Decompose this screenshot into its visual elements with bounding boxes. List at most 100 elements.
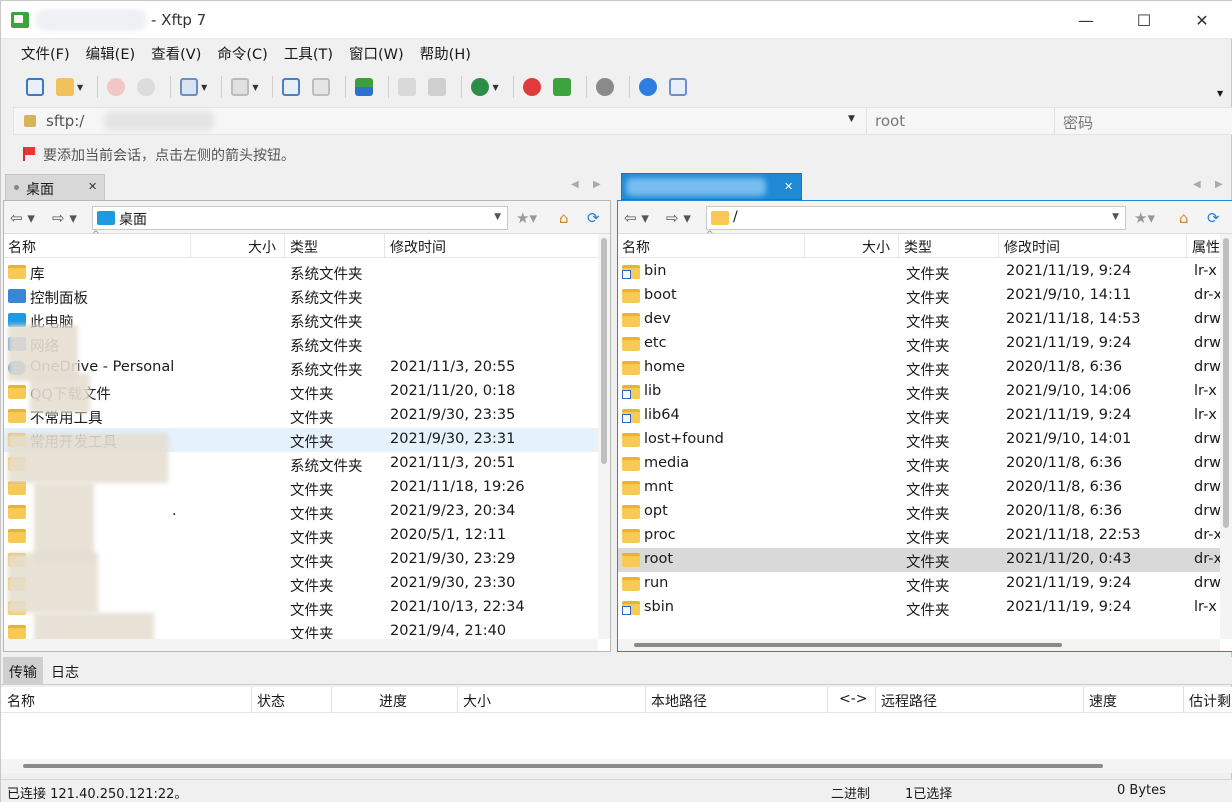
path-dropdown-icon[interactable]: ▼ [1112, 212, 1119, 222]
table-row[interactable]: dev 文件夹 2021/11/18, 14:53 drw [618, 308, 1220, 332]
upload-icon[interactable] [279, 75, 303, 99]
transfer-horizontal-scrollbar[interactable] [1, 759, 1232, 773]
table-row[interactable]: root 文件夹 2021/11/20, 0:43 dr-x [618, 548, 1220, 572]
col-transfer-name[interactable]: 名称 [7, 691, 35, 711]
col-size[interactable]: 大小 [862, 237, 890, 257]
username-field[interactable]: root [866, 108, 1054, 134]
menu-file[interactable]: 文件(F) [13, 40, 78, 70]
table-row[interactable]: lib 文件夹 2021/9/10, 14:06 lr-x [618, 380, 1220, 404]
encoding-dropdown-icon[interactable]: ▼ [492, 83, 498, 92]
col-type[interactable]: 类型 [904, 237, 932, 257]
forward-arrow-icon[interactable]: ⇨ ▾ [52, 209, 77, 227]
col-divider[interactable] [284, 234, 285, 258]
col-remote-path[interactable]: 远程路径 [881, 691, 937, 711]
col-modified[interactable]: 修改时间 [1004, 237, 1060, 257]
close-tab-button[interactable]: ✕ [784, 180, 793, 193]
col-local-path[interactable]: 本地路径 [651, 691, 707, 711]
remote-horizontal-scrollbar[interactable] [618, 639, 1220, 651]
table-row[interactable]: opt 文件夹 2020/11/8, 6:36 drw [618, 500, 1220, 524]
settings-gear-icon[interactable] [593, 75, 617, 99]
transfer-mode[interactable]: 二进制 [831, 783, 870, 802]
col-name[interactable]: 名称 [8, 237, 36, 257]
menu-command[interactable]: 命令(C) [209, 40, 275, 70]
table-row[interactable]: run 文件夹 2021/11/19, 9:24 drw [618, 572, 1220, 596]
download-icon[interactable] [309, 75, 333, 99]
tab-log[interactable]: 日志 [45, 657, 85, 685]
refresh-icon[interactable]: ⟳ [1207, 209, 1220, 227]
col-divider[interactable] [645, 687, 646, 713]
tab-scroll-right-icon[interactable]: ▶ [593, 179, 601, 190]
table-row[interactable]: OneDrive - Personal 系统文件夹 2021/11/3, 20:55 [4, 356, 598, 380]
bookmark-flag-icon[interactable] [23, 147, 35, 161]
col-divider[interactable] [1186, 234, 1187, 258]
password-field[interactable]: 密码 [1054, 108, 1232, 134]
table-row[interactable]: QQ下载文件文件夹2021/11/20, 0:18 [4, 380, 598, 404]
col-size[interactable]: 大小 [248, 237, 276, 257]
table-row[interactable]: media 文件夹 2020/11/8, 6:36 drw [618, 452, 1220, 476]
menu-view[interactable]: 查看(V) [143, 40, 209, 70]
col-divider[interactable] [875, 687, 876, 713]
table-row[interactable]: 网络系统文件夹 [4, 332, 598, 356]
terminal-dropdown-icon[interactable]: ▼ [252, 83, 258, 92]
local-horizontal-scrollbar[interactable] [4, 639, 598, 651]
xshell-icon[interactable] [520, 75, 544, 99]
tab-scroll-left-icon[interactable]: ◀ [571, 179, 579, 190]
table-row[interactable]: lost+found 文件夹 2021/9/10, 14:01 drw [618, 428, 1220, 452]
tab-transfer[interactable]: 传输 [3, 657, 43, 685]
col-eta[interactable]: 估计剩 [1189, 691, 1231, 711]
col-transfer-progress[interactable]: 进度 [379, 691, 407, 711]
properties-dropdown-icon[interactable]: ▼ [201, 83, 207, 92]
local-vertical-scrollbar[interactable] [598, 234, 610, 639]
col-attributes[interactable]: 属性 [1192, 237, 1220, 257]
col-divider[interactable] [898, 234, 899, 258]
table-row[interactable]: 不常用工具 文件夹 2021/9/30, 23:35 [4, 404, 598, 428]
col-name[interactable]: 名称 [622, 237, 650, 257]
properties-icon[interactable] [177, 75, 201, 99]
paste-icon[interactable] [425, 75, 449, 99]
open-dropdown-icon[interactable]: ▼ [77, 83, 83, 92]
table-row[interactable]: lib64 文件夹 2021/11/19, 9:24 lr-x [618, 404, 1220, 428]
open-folder-icon[interactable] [53, 75, 77, 99]
col-modified[interactable]: 修改时间 [390, 237, 446, 257]
remote-path-box[interactable]: / ▼ [706, 206, 1126, 230]
minimize-button[interactable]: — [1057, 1, 1115, 39]
scroll-thumb[interactable] [601, 238, 607, 464]
table-row[interactable]: sbin 文件夹 2021/11/19, 9:24 lr-x [618, 596, 1220, 620]
back-arrow-icon[interactable]: ⇦ ▾ [624, 209, 649, 227]
col-transfer-status[interactable]: 状态 [257, 691, 285, 711]
new-session-icon[interactable] [23, 75, 47, 99]
menu-tools[interactable]: 工具(T) [276, 40, 341, 70]
menu-help[interactable]: 帮助(H) [412, 40, 479, 70]
menu-edit[interactable]: 编辑(E) [78, 40, 143, 70]
col-divider[interactable] [1183, 687, 1184, 713]
host-dropdown-icon[interactable]: ▼ [848, 114, 855, 124]
col-transfer-size[interactable]: 大小 [463, 691, 491, 711]
reconnect-icon[interactable] [134, 75, 158, 99]
tab-local-desktop[interactable]: 桌面 ✕ [5, 174, 105, 200]
col-divider[interactable] [998, 234, 999, 258]
tab-scroll-right-icon[interactable]: ▶ [1215, 179, 1223, 190]
table-row[interactable]: mnt 文件夹 2020/11/8, 6:36 drw [618, 476, 1220, 500]
col-divider[interactable] [384, 234, 385, 258]
table-row[interactable]: 控制面板 系统文件夹 [4, 284, 598, 308]
col-divider[interactable] [251, 687, 252, 713]
col-divider[interactable] [457, 687, 458, 713]
globe-icon[interactable] [468, 75, 492, 99]
bookmark-star-icon[interactable]: ★▾ [1134, 209, 1155, 227]
close-window-button[interactable]: ✕ [1173, 1, 1231, 39]
home-icon[interactable]: ⌂ [1179, 209, 1189, 227]
table-row[interactable]: 此电脑 系统文件夹 [4, 308, 598, 332]
forward-arrow-icon[interactable]: ⇨ ▾ [666, 209, 691, 227]
menu-window[interactable]: 窗口(W) [341, 40, 412, 70]
home-icon[interactable]: ⌂ [559, 209, 569, 227]
scroll-thumb[interactable] [1223, 238, 1229, 528]
tab-scroll-left-icon[interactable]: ◀ [1193, 179, 1201, 190]
table-row[interactable]: proc 文件夹 2021/11/18, 22:53 dr-x [618, 524, 1220, 548]
help-icon[interactable] [636, 75, 660, 99]
terminal-icon[interactable] [228, 75, 252, 99]
tab-remote-session[interactable]: ✕ [621, 173, 802, 200]
sync-transfer-icon[interactable] [352, 75, 376, 99]
col-direction[interactable]: <-> [839, 691, 868, 707]
scroll-thumb[interactable] [23, 764, 1103, 768]
table-row[interactable]: boot 文件夹 2021/9/10, 14:11 dr-x [618, 284, 1220, 308]
